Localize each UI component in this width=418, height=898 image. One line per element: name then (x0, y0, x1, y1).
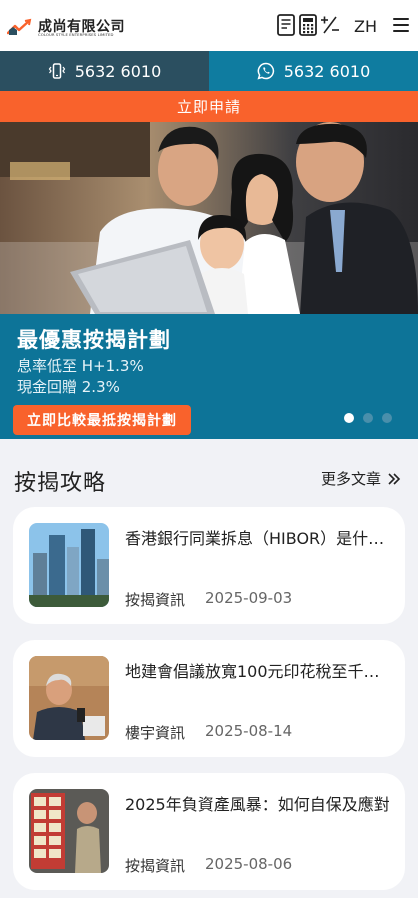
whatsapp-button[interactable]: 5632 6010 (209, 51, 418, 91)
top-header: 成尚有限公司 COLOUR STYLE ENTERPRISES LIMITED … (0, 0, 418, 51)
plus-minus-icon[interactable] (320, 14, 340, 36)
banner-title: 最優惠按揭計劃 (17, 328, 171, 352)
calculator-icon[interactable] (298, 14, 318, 36)
article-date: 2025-08-06 (205, 855, 293, 873)
carousel-dots (344, 413, 392, 423)
article-title: 香港銀行同業拆息（HIBOR）是什麼？ (125, 529, 391, 548)
apply-now-button[interactable]: 立即申請 (0, 91, 418, 122)
call-button[interactable]: 5632 6010 (0, 51, 209, 91)
article-category: 按揭資訊 (125, 857, 186, 875)
skyscrapers-photo (29, 523, 109, 607)
double-chevron-right-icon (388, 472, 401, 485)
banner-rate-text: 息率低至 H+1.3% (17, 357, 144, 375)
article-title: 2025年負資產風暴：如何自保及應對 (125, 795, 390, 814)
article-card[interactable]: 地建會倡議放寬100元印花稅至千萬元樓宇 樓宇資訊 2025-08-14 (13, 640, 405, 757)
article-date: 2025-09-03 (205, 589, 293, 607)
mobile-phone-vibrate-icon (48, 63, 65, 79)
carousel-dot[interactable] (344, 413, 354, 423)
language-switch[interactable]: ZH (354, 17, 377, 36)
property-agency-photo (29, 789, 109, 873)
banner-cashback-text: 現金回贈 2.3% (17, 378, 120, 396)
logo-house-arrow-icon (7, 18, 32, 35)
hero-banner[interactable]: 最優惠按揭計劃 息率低至 H+1.3% 現金回贈 2.3% 立即比較最抵按揭計劃 (0, 122, 418, 439)
contact-bar: 5632 6010 5632 6010 (0, 51, 418, 91)
more-articles-label: 更多文章 (321, 470, 382, 488)
hamburger-menu-icon[interactable] (393, 18, 409, 32)
document-icon[interactable] (276, 14, 296, 36)
article-date: 2025-08-14 (205, 722, 293, 740)
phone-number: 5632 6010 (74, 61, 162, 81)
company-logo[interactable]: 成尚有限公司 COLOUR STYLE ENTERPRISES LIMITED (7, 16, 125, 38)
compare-mortgage-button[interactable]: 立即比較最抵按揭計劃 (13, 405, 191, 435)
article-card[interactable]: 香港銀行同業拆息（HIBOR）是什麼？ 按揭資訊 2025-09-03 (13, 507, 405, 624)
carousel-dot[interactable] (382, 413, 392, 423)
article-category: 按揭資訊 (125, 591, 186, 609)
section-title: 按揭攻略 (14, 471, 107, 496)
carousel-dot[interactable] (363, 413, 373, 423)
whatsapp-icon (257, 62, 274, 80)
article-card[interactable]: 2025年負資產風暴：如何自保及應對 按揭資訊 2025-08-06 (13, 773, 405, 890)
press-conference-photo (29, 656, 109, 740)
whatsapp-number: 5632 6010 (283, 61, 371, 81)
more-articles-link[interactable]: 更多文章 (321, 468, 401, 489)
banner-info-panel: 最優惠按揭計劃 息率低至 H+1.3% 現金回贈 2.3% 立即比較最抵按揭計劃 (0, 314, 418, 439)
logo-subtitle: COLOUR STYLE ENTERPRISES LIMITED (38, 32, 114, 37)
article-category: 樓宇資訊 (125, 724, 186, 742)
family-laptop-photo (0, 122, 418, 314)
article-title: 地建會倡議放寬100元印花稅至千萬元樓宇 (125, 662, 391, 681)
